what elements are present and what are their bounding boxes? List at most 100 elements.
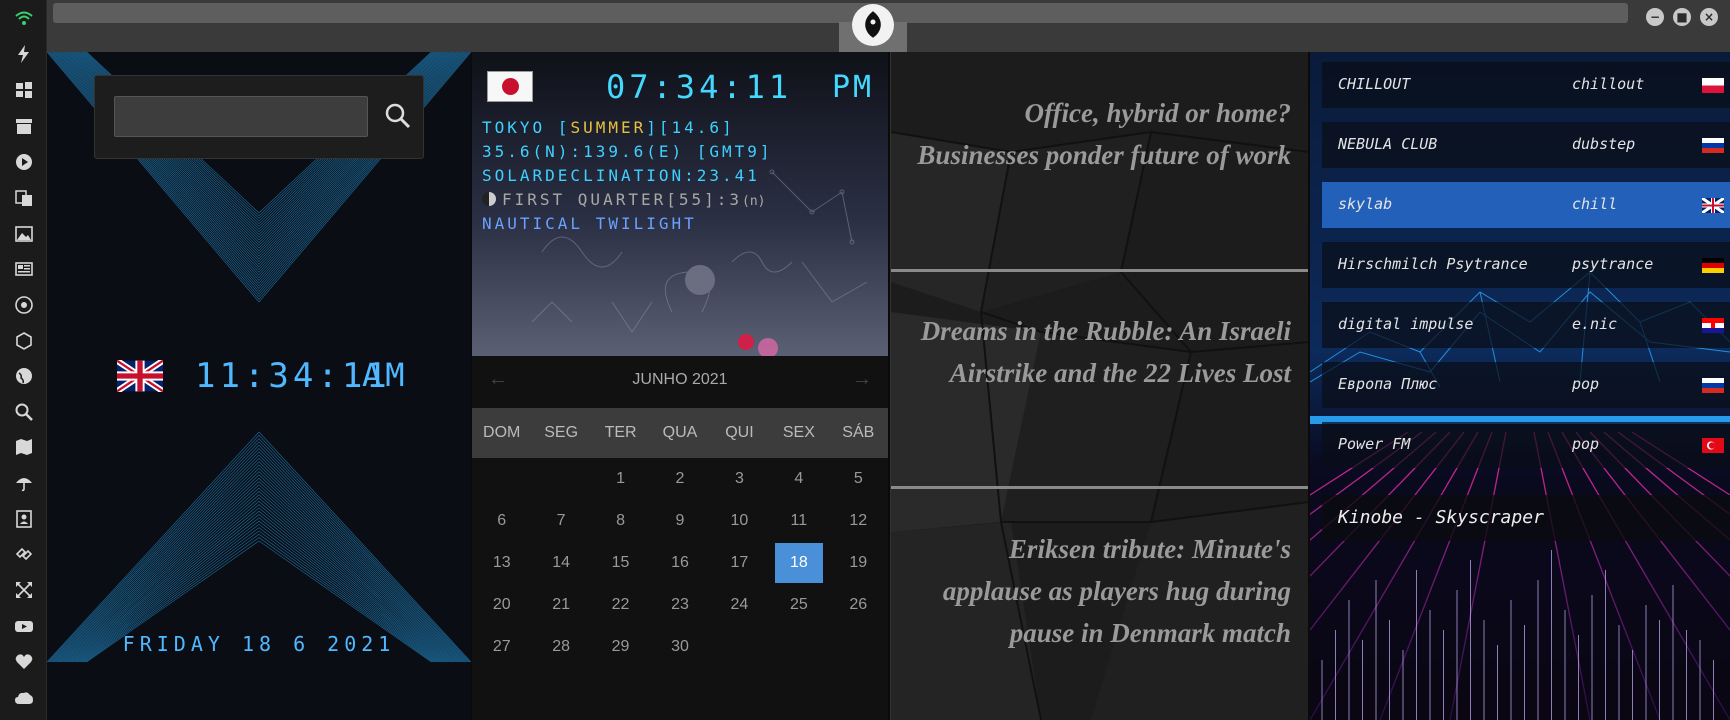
- search-input[interactable]: [114, 96, 368, 137]
- calendar-day[interactable]: 28: [537, 627, 584, 667]
- pl-flag-icon: [1702, 78, 1724, 93]
- calendar-day[interactable]: 11: [775, 501, 822, 541]
- station-name: NEBULA CLUB: [1338, 135, 1438, 153]
- calendar-day[interactable]: 8: [597, 501, 644, 541]
- local-date: FRIDAY 18 6 2021: [122, 632, 396, 656]
- now-playing: Kinobe - Skyscraper: [1322, 495, 1730, 541]
- calendar-prev-button[interactable]: ←: [488, 368, 508, 391]
- station-name: Европа Плюс: [1338, 375, 1438, 393]
- ru-flag-icon: [1702, 378, 1724, 393]
- calendar-day[interactable]: 21: [537, 585, 584, 625]
- news-panel: Office, hybrid or home? Businesses ponde…: [890, 52, 1308, 720]
- calendar-day[interactable]: 23: [656, 585, 703, 625]
- news-item[interactable]: Eriksen tribute: Minute's applause as pl…: [911, 528, 1291, 654]
- calendar-day[interactable]: 15: [597, 543, 644, 583]
- calendar-day[interactable]: 3: [716, 459, 763, 499]
- maximize-button[interactable]: ■: [1673, 8, 1691, 26]
- news-item[interactable]: Dreams in the Rubble: An Israeli Airstri…: [911, 310, 1291, 394]
- rebel-alliance-logo-icon[interactable]: [852, 4, 894, 46]
- news-item[interactable]: Office, hybrid or home? Businesses ponde…: [911, 92, 1291, 176]
- translate-icon[interactable]: [12, 186, 36, 210]
- tokyo-time: 07:34:11: [606, 68, 793, 106]
- station-genre: chillout: [1572, 75, 1645, 93]
- radio-station[interactable]: NEBULA CLUB dubstep: [1322, 122, 1730, 168]
- local-ampm: AM: [362, 356, 409, 394]
- gb-flag-icon: [1702, 198, 1724, 213]
- moon-phase-text: FIRST QUARTER[55]:3: [502, 190, 743, 209]
- calendar-day[interactable]: 2: [656, 459, 703, 499]
- contacts-icon[interactable]: [12, 507, 36, 531]
- tokyo-location-line: TOKYO [SUMMER][14.6]: [482, 118, 735, 137]
- tokyo-city: TOKYO [: [482, 118, 571, 137]
- play-icon[interactable]: [12, 150, 36, 174]
- radio-station[interactable]: CHILLOUT chillout: [1322, 62, 1730, 108]
- calendar-day[interactable]: 12: [835, 501, 882, 541]
- windows-icon[interactable]: [12, 78, 36, 102]
- calendar-day[interactable]: 13: [478, 543, 525, 583]
- minimize-button[interactable]: −: [1646, 8, 1664, 26]
- radio-station[interactable]: Hirschmilch Psytrance psytrance: [1322, 242, 1730, 288]
- calendar-day[interactable]: 24: [716, 585, 763, 625]
- radio-station[interactable]: digital impulse e.nic: [1322, 302, 1730, 348]
- calendar-day[interactable]: 19: [835, 543, 882, 583]
- archive-icon[interactable]: [12, 114, 36, 138]
- calendar-day[interactable]: 9: [656, 501, 703, 541]
- calendar-day[interactable]: 20: [478, 585, 525, 625]
- link-icon[interactable]: [12, 542, 36, 566]
- radio-station[interactable]: Европа Плюс pop: [1322, 362, 1730, 408]
- astronomy-widget: 07:34:11 PM TOKYO [SUMMER][14.6] 35.6(N)…: [472, 52, 888, 356]
- radio-icon[interactable]: [12, 293, 36, 317]
- fullscreen-icon[interactable]: [12, 578, 36, 602]
- radio-panel: CHILLOUT chillout NEBULA CLUB dubstep skylab…: [1310, 52, 1730, 720]
- calendar-day[interactable]: 5: [835, 459, 882, 499]
- calendar-day-today[interactable]: 18: [775, 543, 823, 583]
- weekday-label: SÁB: [842, 424, 875, 441]
- search-icon[interactable]: [382, 98, 414, 134]
- radio-station[interactable]: skylab chill: [1322, 182, 1730, 228]
- calendar-day[interactable]: 6: [478, 501, 525, 541]
- close-button[interactable]: ×: [1700, 8, 1718, 26]
- hexagon-icon[interactable]: [12, 329, 36, 353]
- lightning-icon[interactable]: [12, 42, 36, 66]
- calendar-day[interactable]: 7: [537, 501, 584, 541]
- station-genre: chill: [1572, 195, 1618, 213]
- calendar-day[interactable]: 4: [775, 459, 822, 499]
- station-name: Hirschmilch Psytrance: [1338, 255, 1528, 273]
- weekday-label: QUA: [662, 424, 698, 441]
- cloud-icon[interactable]: [12, 686, 36, 710]
- weekday-label: TER: [604, 424, 637, 441]
- youtube-icon[interactable]: [12, 614, 36, 638]
- search-icon[interactable]: [12, 400, 36, 424]
- calendar-day[interactable]: 27: [478, 627, 525, 667]
- calendar-day[interactable]: 17: [716, 543, 763, 583]
- calendar-grid: 1 2 3 4 5 6 7 8 9 10 11 12 13 14 15 16 17 18 19 20 21 22 23 24 2…: [472, 458, 888, 668]
- calendar-day[interactable]: 10: [716, 501, 763, 541]
- calendar-day[interactable]: 22: [597, 585, 644, 625]
- news-divider: [891, 486, 1308, 489]
- de-flag-icon: [1702, 258, 1724, 273]
- calendar-day[interactable]: 29: [597, 627, 644, 667]
- wifi-icon[interactable]: [12, 6, 36, 30]
- ru-flag-icon: [1702, 138, 1724, 153]
- station-name: Power FM: [1338, 435, 1411, 453]
- station-genre: e.nic: [1572, 315, 1618, 333]
- calendar-next-button[interactable]: →: [852, 368, 872, 391]
- tokyo-ampm: PM: [832, 70, 875, 105]
- calendar-day[interactable]: 30: [656, 627, 703, 667]
- address-bar[interactable]: [53, 3, 1628, 23]
- calendar-day[interactable]: 25: [775, 585, 822, 625]
- news-icon[interactable]: [12, 257, 36, 281]
- radio-station[interactable]: Power FM pop: [1322, 422, 1730, 468]
- map-icon[interactable]: [12, 435, 36, 459]
- umbrella-icon[interactable]: [12, 471, 36, 495]
- heart-icon[interactable]: [12, 650, 36, 674]
- calendar-day[interactable]: 1: [597, 459, 644, 499]
- calendar-day[interactable]: 26: [835, 585, 882, 625]
- twilight-status: NAUTICAL TWILIGHT: [482, 214, 697, 233]
- calendar-day[interactable]: 14: [537, 543, 584, 583]
- globe-icon[interactable]: [12, 364, 36, 388]
- tokyo-season: SUMMER: [570, 118, 647, 137]
- calendar-day[interactable]: 16: [656, 543, 703, 583]
- calendar-month: JUNHO 2021: [632, 371, 728, 388]
- image-icon[interactable]: [12, 222, 36, 246]
